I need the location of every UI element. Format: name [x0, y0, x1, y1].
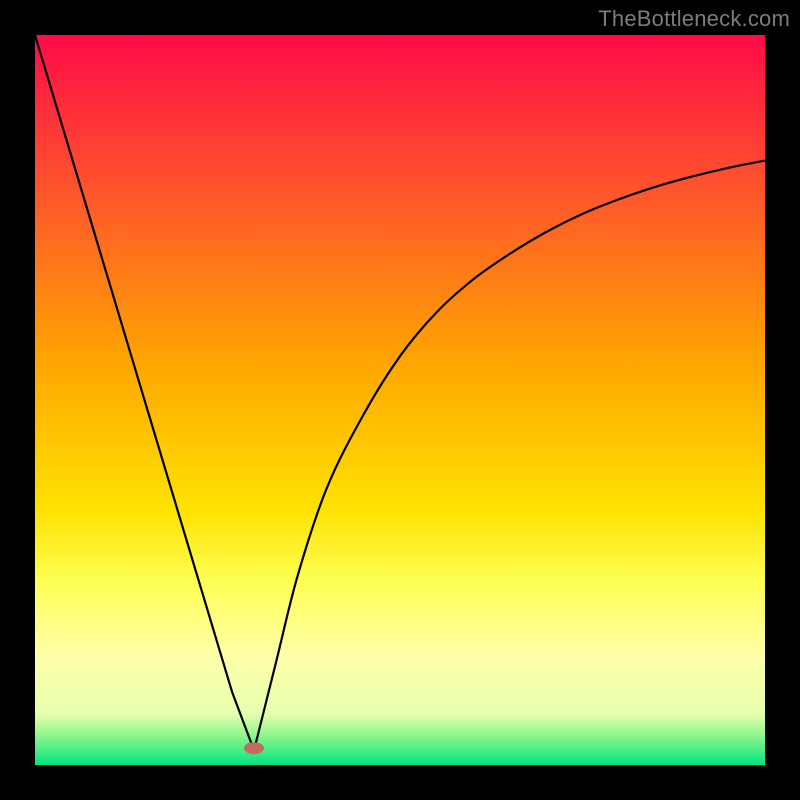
- chart-plot-area: [35, 35, 765, 765]
- chart-frame: TheBottleneck.com: [0, 0, 800, 800]
- minimum-marker: [244, 742, 264, 754]
- citation-label: TheBottleneck.com: [598, 6, 790, 32]
- chart-svg: [35, 35, 765, 765]
